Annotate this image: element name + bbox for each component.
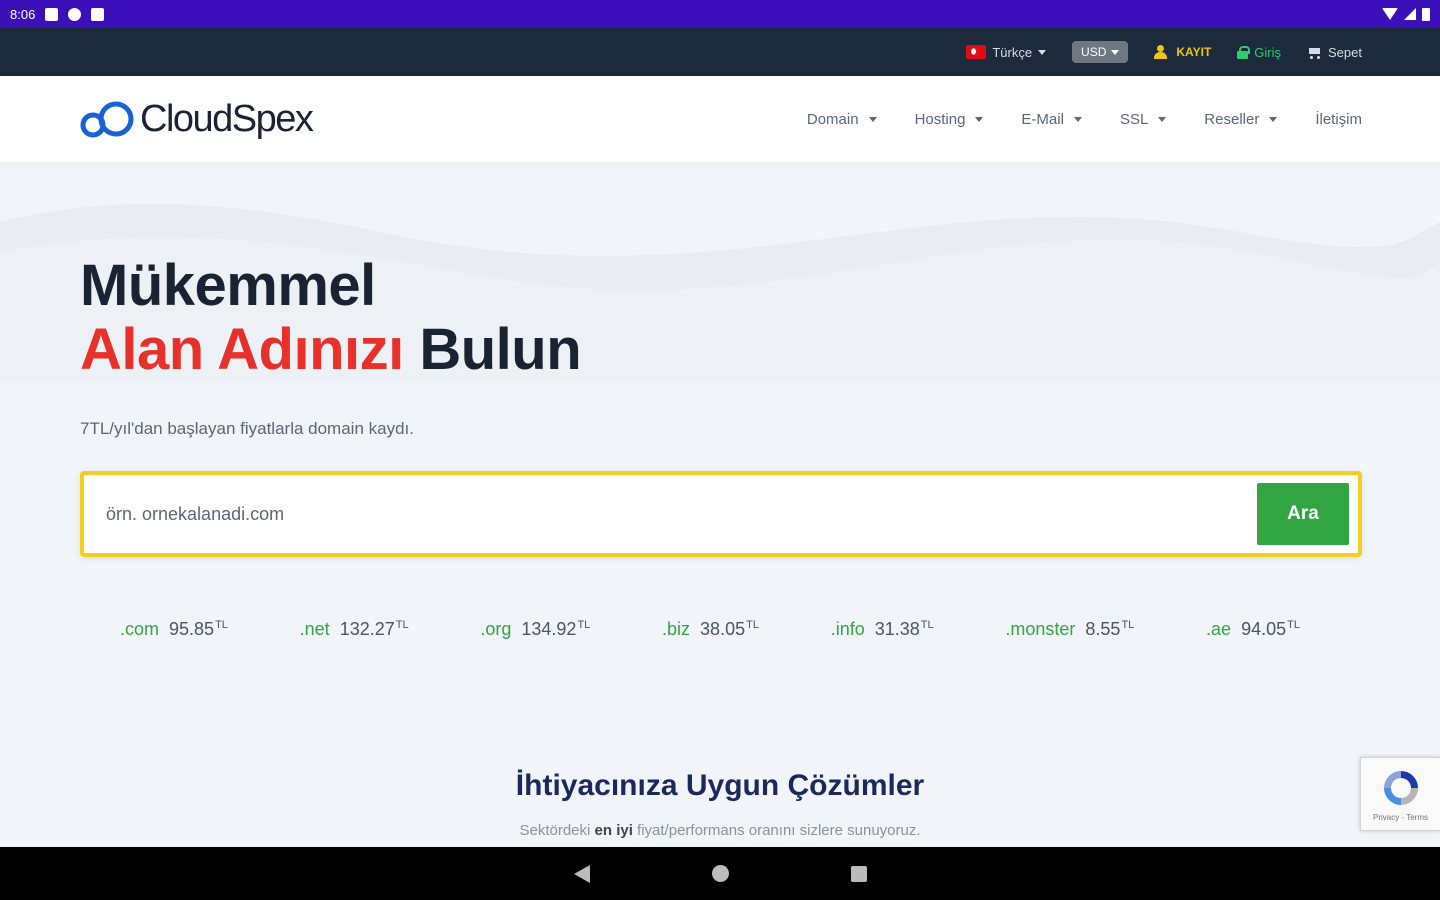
login-label: Giriş — [1254, 44, 1282, 60]
tld-price: 132.27TL — [339, 619, 409, 639]
search-button[interactable]: Ara — [1257, 483, 1349, 545]
cart-icon — [1307, 46, 1322, 59]
nav-item-contact[interactable]: İletişim — [1315, 111, 1362, 128]
top-utility-bar: Türkçe USD KAYIT Giriş Sepet — [0, 28, 1440, 76]
sd-card-icon — [91, 7, 105, 21]
recaptcha-badge[interactable]: Privacy - Terms — [1360, 757, 1440, 831]
logo-text: CloudSpex — [140, 97, 314, 140]
currency-label: USD — [1081, 45, 1107, 59]
tld-item-org[interactable]: .org 134.92TL — [480, 619, 590, 640]
recaptcha-icon — [1383, 770, 1418, 805]
cloud-logo-icon — [80, 101, 134, 138]
register-link[interactable]: KAYIT — [1154, 45, 1211, 59]
nav-label: İletişim — [1315, 110, 1362, 128]
battery-icon — [1422, 7, 1430, 21]
nav-label: E-Mail — [1021, 110, 1064, 128]
nav-item-reseller[interactable]: Reseller — [1204, 110, 1278, 128]
solutions-subtitle: Sektördeki en iyi fiyat/performans oranı… — [519, 822, 921, 839]
domain-search-box: Ara — [80, 471, 1362, 557]
wifi-icon — [1382, 8, 1398, 20]
tld-item-ae[interactable]: .ae 94.05TL — [1206, 619, 1300, 640]
back-icon[interactable] — [573, 864, 590, 883]
home-icon[interactable] — [711, 865, 729, 882]
tld-item-biz[interactable]: .biz 38.05TL — [662, 619, 759, 640]
headline-accent: Alan Adınızı — [80, 317, 404, 382]
tld-item-com[interactable]: .com 95.85TL — [120, 619, 228, 640]
tld-ext: .monster — [1005, 619, 1076, 639]
recent-apps-icon[interactable] — [850, 865, 867, 882]
language-selector[interactable]: Türkçe — [966, 44, 1047, 60]
tld-item-info[interactable]: .info 31.38TL — [831, 619, 934, 640]
nav-item-hosting[interactable]: Hosting — [915, 111, 984, 128]
chevron-down-icon — [1158, 116, 1167, 122]
recaptcha-text: Privacy - Terms — [1373, 812, 1428, 822]
login-link[interactable]: Giriş — [1237, 45, 1281, 60]
app-notification-icon — [68, 7, 82, 21]
language-label: Türkçe — [992, 44, 1033, 60]
chevron-down-icon — [1111, 49, 1120, 55]
tld-ext: .info — [830, 619, 865, 639]
nav-label: SSL — [1119, 110, 1149, 128]
solutions-title: İhtiyacınıza Uygun Çözümler — [515, 769, 925, 802]
cart-link[interactable]: Sepet — [1307, 45, 1362, 60]
headline-rest: Bulun — [419, 317, 582, 382]
tld-price-list: .com 95.85TL .net 132.27TL .org 134.92TL… — [120, 619, 1300, 640]
chevron-down-icon — [868, 116, 877, 122]
tld-ext: .biz — [662, 619, 691, 639]
tld-ext: .net — [299, 619, 330, 639]
tld-price: 31.38TL — [874, 619, 934, 639]
register-label: KAYIT — [1176, 45, 1212, 59]
status-time: 8:06 — [10, 6, 36, 22]
nav-item-email[interactable]: E-Mail — [1021, 111, 1082, 128]
chevron-down-icon — [1073, 116, 1082, 122]
logo[interactable]: CloudSpex — [78, 97, 314, 141]
tld-ext: .ae — [1206, 619, 1232, 639]
android-status-bar: 8:06 — [0, 0, 1440, 28]
nav-label: Domain — [806, 110, 859, 128]
tld-ext: .org — [480, 619, 512, 639]
user-plus-icon — [1154, 45, 1170, 59]
tld-price: 94.05TL — [1241, 619, 1300, 639]
lock-icon — [1237, 45, 1251, 59]
currency-selector[interactable]: USD — [1072, 41, 1129, 63]
nav-item-domain[interactable]: Domain — [807, 111, 877, 128]
hero-headline: Mükemmel Alan Adınızı Bulun — [80, 253, 582, 382]
tld-price: 8.55TL — [1085, 619, 1135, 639]
tld-item-monster[interactable]: .monster 8.55TL — [1005, 619, 1134, 640]
hero-section: Mükemmel Alan Adınızı Bulun 7TL/yıl'dan … — [0, 162, 1440, 847]
headline-line1: Mükemmel — [80, 253, 376, 318]
domain-search-input[interactable] — [106, 503, 1257, 525]
hero-subline: 7TL/yıl'dan başlayan fiyatlarla domain k… — [80, 419, 414, 438]
nav-item-ssl[interactable]: SSL — [1119, 110, 1167, 128]
chevron-down-icon — [975, 116, 984, 122]
nav-label: Reseller — [1204, 110, 1260, 128]
signal-icon — [1404, 8, 1416, 20]
cart-label: Sepet — [1328, 44, 1362, 60]
chevron-down-icon — [1269, 116, 1278, 122]
nav-label: Hosting — [914, 110, 966, 128]
turkey-flag-icon — [966, 45, 987, 59]
chevron-down-icon — [1038, 49, 1047, 55]
main-header: CloudSpex Domain Hosting E-Mail SSL Rese… — [0, 76, 1440, 162]
tld-price: 38.05TL — [700, 619, 759, 639]
android-nav-bar — [0, 847, 1440, 900]
notification-icon — [45, 7, 59, 21]
tld-ext: .com — [120, 619, 160, 639]
tld-item-net[interactable]: .net 132.27TL — [300, 619, 409, 640]
tld-price: 134.92TL — [521, 619, 591, 639]
main-nav: Domain Hosting E-Mail SSL Reseller İleti… — [807, 111, 1362, 128]
tld-price: 95.85TL — [169, 619, 228, 639]
